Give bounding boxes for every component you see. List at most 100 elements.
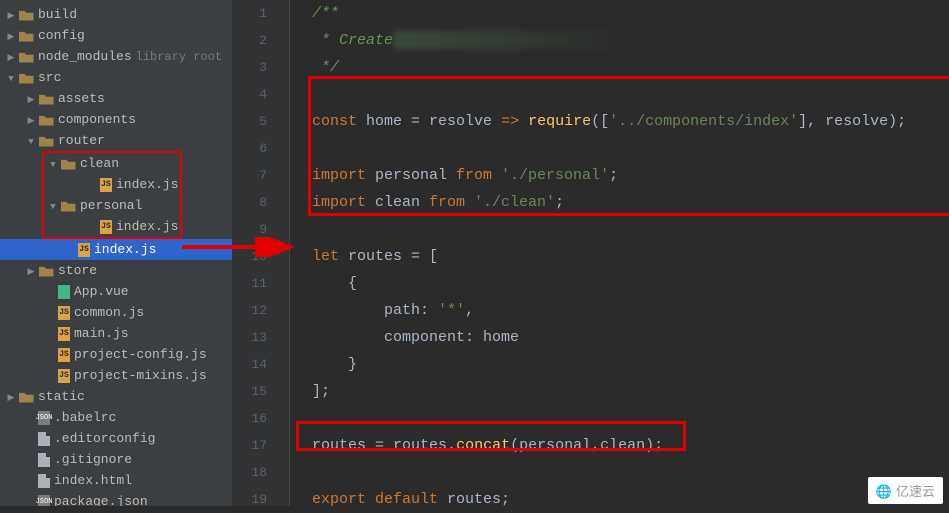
file-clean-index[interactable]: JS index.js <box>44 174 180 195</box>
line-number: 10 <box>232 243 289 270</box>
js-icon: JS <box>58 348 70 362</box>
code-line: routes = routes.concat(personal,clean); <box>290 432 949 459</box>
code-line <box>290 405 949 432</box>
library-hint: library root <box>136 50 222 64</box>
code-line: component: home <box>290 324 949 351</box>
folder-store[interactable]: store <box>0 260 232 281</box>
file-label: project-mixins.js <box>74 368 207 383</box>
folder-label: assets <box>58 91 105 106</box>
json-icon: JSON <box>38 495 50 507</box>
code-line: { <box>290 270 949 297</box>
file-label: project-config.js <box>74 347 207 362</box>
file-app-vue[interactable]: App.vue <box>0 281 232 302</box>
line-number: 7 <box>232 162 289 189</box>
file-icon <box>38 453 50 467</box>
file-label: index.js <box>116 177 178 192</box>
line-number: 5 <box>232 108 289 135</box>
line-number-gutter[interactable]: 1 2 3 4 5 6 7 8 9 10 11 12 13 14 15 16 1… <box>232 0 290 506</box>
code-line: * Create <box>290 27 949 54</box>
folder-label: clean <box>80 156 119 171</box>
code-line: } <box>290 351 949 378</box>
code-line: import clean from './clean'; <box>290 189 949 216</box>
vue-icon <box>58 285 70 299</box>
folder-label: store <box>58 263 97 278</box>
folder-components[interactable]: components <box>0 109 232 130</box>
code-line: import personal from './personal'; <box>290 162 949 189</box>
file-package-json[interactable]: JSON package.json <box>0 491 232 506</box>
line-number: 3 <box>232 54 289 81</box>
line-number: 14 <box>232 351 289 378</box>
code-line: */ <box>290 54 949 81</box>
file-label: index.js <box>116 219 178 234</box>
folder-label: node_modules <box>38 49 132 64</box>
line-number: 13 <box>232 324 289 351</box>
line-number: 4 <box>232 81 289 108</box>
line-number: 8 <box>232 189 289 216</box>
js-icon: JS <box>58 306 70 320</box>
folder-static[interactable]: static <box>0 386 232 407</box>
folder-clean[interactable]: clean <box>44 153 180 174</box>
js-icon: JS <box>100 178 112 192</box>
file-project-config[interactable]: JS project-config.js <box>0 344 232 365</box>
folder-label: personal <box>80 198 142 213</box>
js-icon: JS <box>58 327 70 341</box>
js-icon: JS <box>100 220 112 234</box>
line-number: 1 <box>232 0 289 27</box>
project-tree[interactable]: build config node_modules library root sr… <box>0 0 232 506</box>
file-label: package.json <box>54 494 148 506</box>
line-number: 19 <box>232 486 289 513</box>
file-label: index.html <box>54 473 132 488</box>
folder-assets[interactable]: assets <box>0 88 232 109</box>
code-line <box>290 459 949 486</box>
line-number: 6 <box>232 135 289 162</box>
folder-label: static <box>38 389 85 404</box>
redacted-text <box>393 31 633 49</box>
line-number: 18 <box>232 459 289 486</box>
file-editorconfig[interactable]: .editorconfig <box>0 428 232 449</box>
line-number: 15 <box>232 378 289 405</box>
file-gitignore[interactable]: .gitignore <box>0 449 232 470</box>
folder-label: router <box>58 133 105 148</box>
file-router-index[interactable]: JS index.js <box>0 239 232 260</box>
line-number: 12 <box>232 297 289 324</box>
code-line <box>290 135 949 162</box>
code-line: const home = resolve => require(['../com… <box>290 108 949 135</box>
folder-build[interactable]: build <box>0 4 232 25</box>
code-line <box>290 81 949 108</box>
line-number: 11 <box>232 270 289 297</box>
file-label: common.js <box>74 305 144 320</box>
code-line: export default routes; <box>290 486 949 513</box>
watermark: 🌐亿速云 <box>868 477 943 504</box>
file-label: .babelrc <box>54 410 116 425</box>
folder-label: config <box>38 28 85 43</box>
folder-label: components <box>58 112 136 127</box>
line-number: 2 <box>232 27 289 54</box>
folder-personal[interactable]: personal <box>44 195 180 216</box>
file-label: index.js <box>94 242 156 257</box>
file-main-js[interactable]: JSmain.js <box>0 323 232 344</box>
file-label: .gitignore <box>54 452 132 467</box>
code-line <box>290 216 949 243</box>
folder-label: src <box>38 70 61 85</box>
code-editor[interactable]: /** * Create */ const home = resolve => … <box>290 0 949 506</box>
file-project-mixins[interactable]: JS project-mixins.js <box>0 365 232 386</box>
folder-src[interactable]: src <box>0 67 232 88</box>
file-label: .editorconfig <box>54 431 155 446</box>
line-number: 16 <box>232 405 289 432</box>
folder-config[interactable]: config <box>0 25 232 46</box>
folder-router[interactable]: router <box>0 130 232 151</box>
file-index-html[interactable]: index.html <box>0 470 232 491</box>
code-line: path: '*', <box>290 297 949 324</box>
folder-node-modules[interactable]: node_modules library root <box>0 46 232 67</box>
file-personal-index[interactable]: JS index.js <box>44 216 180 237</box>
code-line: ]; <box>290 378 949 405</box>
file-babelrc[interactable]: JSON .babelrc <box>0 407 232 428</box>
folder-label: build <box>38 7 77 22</box>
file-common-js[interactable]: JS common.js <box>0 302 232 323</box>
js-icon: JS <box>58 369 70 383</box>
js-icon: JS <box>78 243 90 257</box>
file-icon <box>38 432 50 446</box>
line-number: 17 <box>232 432 289 459</box>
json-icon: JSON <box>38 411 50 425</box>
code-line: /** <box>290 0 949 27</box>
